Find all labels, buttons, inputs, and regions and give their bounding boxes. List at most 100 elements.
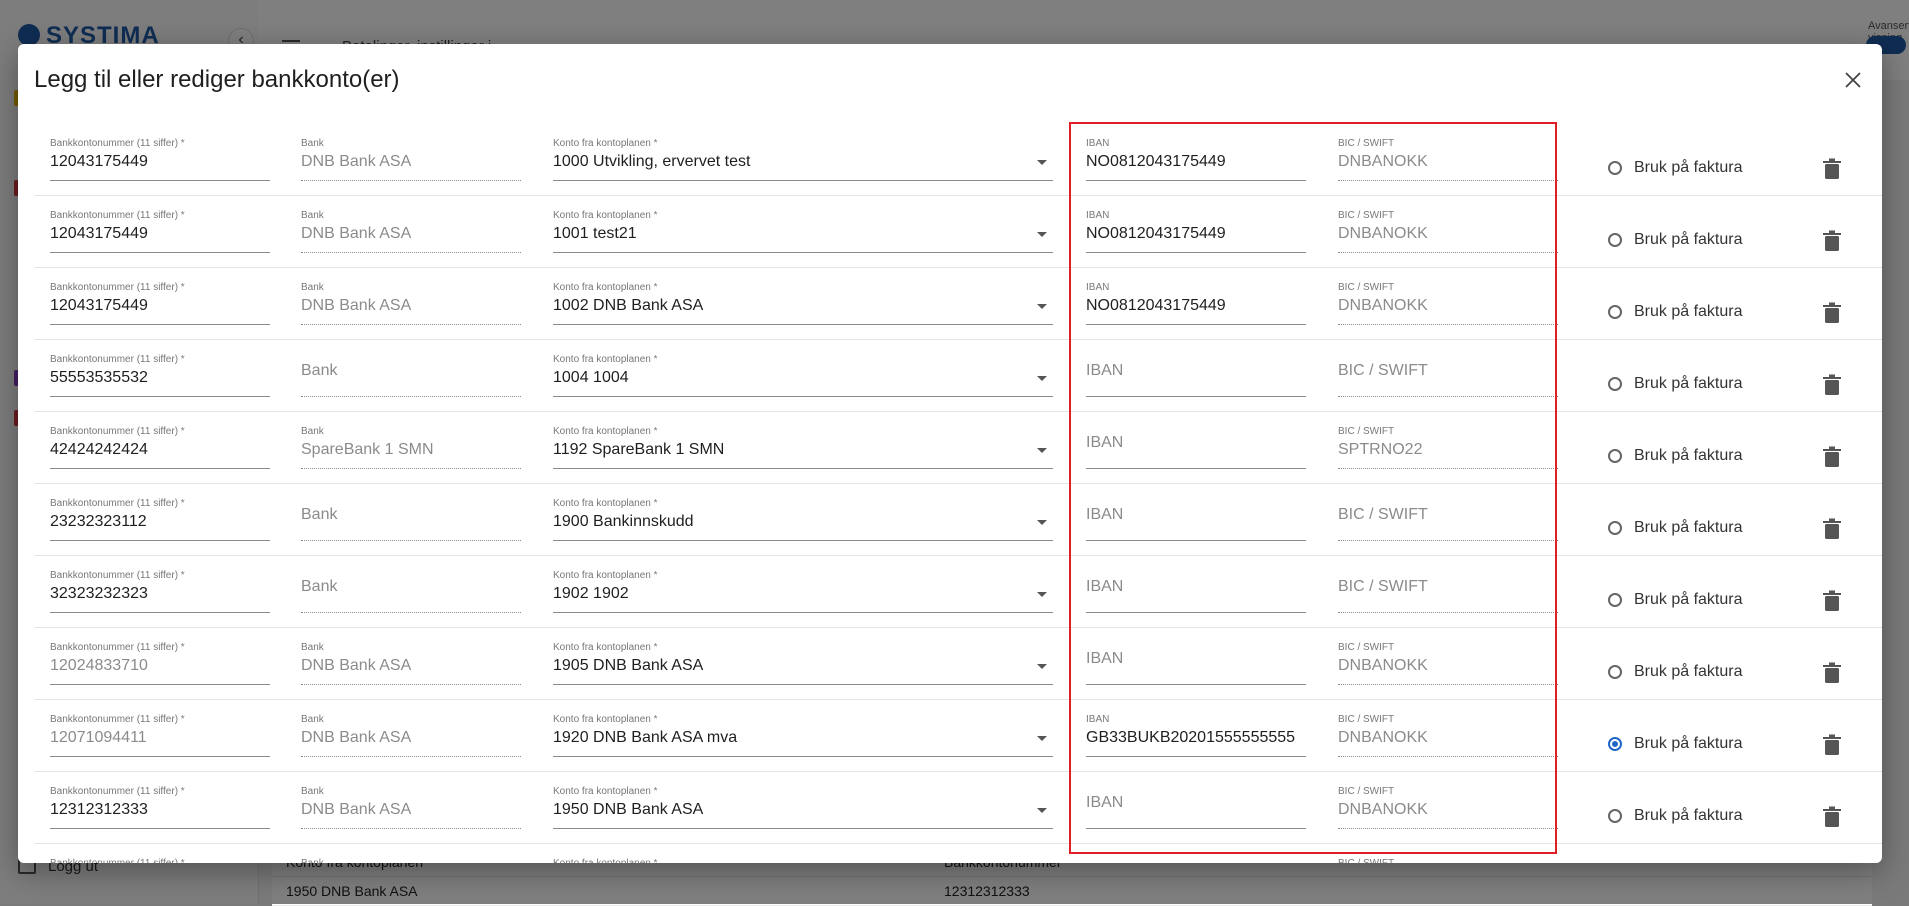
iban-label: IBAN [1086,138,1110,149]
iban-field[interactable]: IBAN GB33BUKB20201555555555 [1086,714,1306,760]
radio-indicator[interactable] [1608,161,1622,175]
account-number-field[interactable]: Bankkontonummer (11 siffer) * 1204317544… [50,138,270,184]
bank-account-row: Bankkontonummer (11 siffer) * 1204317544… [34,196,1882,268]
use-on-invoice-radio[interactable]: Bruk på faktura [1608,446,1743,466]
iban-value: GB33BUKB20201555555555 [1086,729,1296,746]
chevron-down-icon [1037,592,1047,597]
konto-select[interactable]: Konto fra kontoplanen * 1900 Bankinnskud… [553,498,1053,544]
konto-select[interactable]: Konto fra kontoplanen * 1004 1004 [553,354,1053,400]
account-number-field[interactable]: Bankkontonummer (11 siffer) * [50,858,270,863]
trash-icon[interactable] [1822,446,1842,468]
konto-select[interactable]: Konto fra kontoplanen * 1001 test21 [553,210,1053,256]
use-on-invoice-radio[interactable]: Bruk på faktura [1608,374,1743,394]
radio-indicator[interactable] [1608,665,1622,679]
iban-field[interactable]: IBAN [1086,570,1306,616]
account-number-field[interactable]: Bankkontonummer (11 siffer) * 1231231233… [50,786,270,832]
radio-indicator[interactable] [1608,305,1622,319]
trash-icon[interactable] [1822,806,1842,828]
konto-select[interactable]: Konto fra kontoplanen * 1920 DNB Bank AS… [553,714,1053,760]
account-number-field[interactable]: Bankkontonummer (11 siffer) * 5555353553… [50,354,270,400]
konto-label: Konto fra kontoplanen * [553,498,658,509]
konto-select[interactable]: Konto fra kontoplanen * 1192 SpareBank 1… [553,426,1053,472]
trash-icon[interactable] [1822,374,1842,396]
use-on-invoice-radio[interactable]: Bruk på faktura [1608,230,1743,250]
account-number-field[interactable]: Bankkontonummer (11 siffer) * 2323232311… [50,498,270,544]
iban-label: IBAN [1086,282,1110,293]
use-on-invoice-radio[interactable]: Bruk på faktura [1608,662,1743,682]
konto-value: 1902 1902 [553,585,629,602]
iban-field[interactable] [1086,858,1306,863]
use-on-invoice-radio[interactable]: Bruk på faktura [1608,518,1743,538]
iban-value: IBAN [1086,794,1124,811]
trash-icon[interactable] [1822,518,1842,540]
trash-icon[interactable] [1822,734,1842,756]
bic-field: BIC / SWIFT DNBANOKK [1338,714,1558,760]
use-on-invoice-radio[interactable]: Bruk på faktura [1608,302,1743,322]
bank-field: Bank SpareBank 1 SMN [301,426,521,472]
account-number-label: Bankkontonummer (11 siffer) * [50,858,185,863]
iban-field[interactable]: IBAN NO0812043175449 [1086,138,1306,184]
iban-field[interactable]: IBAN [1086,642,1306,688]
bic-field: BIC / SWIFT [1338,570,1558,616]
radio-indicator[interactable] [1608,593,1622,607]
konto-select[interactable]: Konto fra kontoplanen * 1905 DNB Bank AS… [553,642,1053,688]
bic-label: BIC / SWIFT [1338,858,1394,863]
konto-select[interactable]: Konto fra kontoplanen * 1902 1902 [553,570,1053,616]
use-on-invoice-radio[interactable]: Bruk på faktura [1608,590,1743,610]
radio-indicator[interactable] [1608,449,1622,463]
bank-field: Bank DNB Bank ASA [301,642,521,688]
account-number-field[interactable]: Bankkontonummer (11 siffer) * 1204317544… [50,210,270,256]
bank-field: Bank [301,858,521,863]
bic-value: BIC / SWIFT [1338,506,1428,523]
konto-select[interactable]: Konto fra kontoplanen * 1950 DNB Bank AS… [553,786,1053,832]
bank-label: Bank [301,282,324,293]
account-number-field[interactable]: Bankkontonummer (11 siffer) * 1207109441… [50,714,270,760]
iban-field[interactable]: IBAN [1086,354,1306,400]
iban-field[interactable]: IBAN NO0812043175449 [1086,210,1306,256]
konto-select[interactable]: Konto fra kontoplanen * 1000 Utvikling, … [553,138,1053,184]
account-number-field[interactable]: Bankkontonummer (11 siffer) * 3232323232… [50,570,270,616]
trash-icon[interactable] [1822,302,1842,324]
use-on-invoice-label: Bruk på faktura [1634,735,1743,752]
iban-field[interactable]: IBAN [1086,498,1306,544]
konto-label: Konto fra kontoplanen * [553,354,658,365]
bic-label: BIC / SWIFT [1338,714,1395,725]
radio-indicator[interactable] [1608,521,1622,535]
iban-label: IBAN [1086,210,1110,221]
account-number-value: 32323232323 [50,585,148,602]
use-on-invoice-radio[interactable]: Bruk på faktura [1608,806,1743,826]
chevron-down-icon [1037,808,1047,813]
radio-indicator[interactable] [1608,377,1622,391]
bank-field: Bank DNB Bank ASA [301,210,521,256]
radio-indicator[interactable] [1608,233,1622,247]
use-on-invoice-radio[interactable]: Bruk på faktura [1608,734,1743,754]
use-on-invoice-radio[interactable]: Bruk på faktura [1608,158,1743,178]
konto-select[interactable]: Konto fra kontoplanen * [553,858,1053,863]
iban-field[interactable]: IBAN [1086,786,1306,832]
konto-value: 1900 Bankinnskudd [553,513,694,530]
account-number-label: Bankkontonummer (11 siffer) * [50,786,185,797]
konto-value: 1920 DNB Bank ASA mva [553,729,738,746]
account-number-field[interactable]: Bankkontonummer (11 siffer) * 1202483371… [50,642,270,688]
close-button[interactable] [1838,64,1868,94]
bic-field: BIC / SWIFT [1338,858,1558,863]
account-number-field[interactable]: Bankkontonummer (11 siffer) * 1204317544… [50,282,270,328]
iban-field[interactable]: IBAN NO0812043175449 [1086,282,1306,328]
trash-icon[interactable] [1822,590,1842,612]
iban-field[interactable]: IBAN [1086,426,1306,472]
iban-value: IBAN [1086,578,1124,595]
radio-indicator[interactable] [1608,809,1622,823]
bic-label: BIC / SWIFT [1338,426,1395,437]
bank-field: Bank [301,498,521,544]
bank-account-row: Bankkontonummer (11 siffer) * 1204317544… [34,124,1882,196]
account-number-field[interactable]: Bankkontonummer (11 siffer) * 4242424242… [50,426,270,472]
bank-label: Bank [301,210,324,221]
konto-select[interactable]: Konto fra kontoplanen * 1002 DNB Bank AS… [553,282,1053,328]
trash-icon[interactable] [1822,662,1842,684]
trash-icon[interactable] [1822,230,1842,252]
trash-icon[interactable] [1822,158,1842,180]
iban-value: NO0812043175449 [1086,225,1226,242]
account-number-label: Bankkontonummer (11 siffer) * [50,498,185,509]
bic-field: BIC / SWIFT DNBANOKK [1338,786,1558,832]
radio-indicator[interactable] [1608,737,1622,751]
